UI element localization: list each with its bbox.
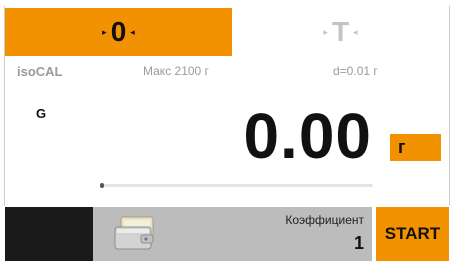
start-button[interactable]: START xyxy=(376,207,449,261)
gross-indicator: G xyxy=(36,106,47,121)
weighing-screen: ▸ 0 ◂ ▸ T ◂ isoCAL Макс 2100 г d=0.01 г … xyxy=(0,0,454,261)
capacity-bar-marker xyxy=(100,183,104,188)
wallet-icon xyxy=(114,216,154,250)
calibration-mode-label: isoCAL xyxy=(17,64,63,79)
tare-right-arrow-icon: ◂ xyxy=(353,26,358,37)
function-key-blank[interactable] xyxy=(5,207,93,261)
zero-symbol: 0 xyxy=(110,16,127,47)
zero-left-arrow-icon: ▸ xyxy=(102,26,107,37)
info-row: isoCAL Макс 2100 г d=0.01 г xyxy=(5,56,449,84)
coefficient-value: 1 xyxy=(353,233,364,253)
tare-left-arrow-icon: ▸ xyxy=(323,26,328,37)
right-border xyxy=(449,6,450,206)
max-capacity-label: Макс 2100 г xyxy=(143,64,209,78)
capacity-bar xyxy=(100,184,373,187)
weight-value: 0.00 xyxy=(243,100,372,172)
tare-symbol: T xyxy=(331,16,350,47)
tare-button[interactable]: ▸ T ◂ xyxy=(232,8,449,56)
bottom-bar: Коэффициент 1 START xyxy=(0,207,454,261)
unit-button[interactable]: г xyxy=(390,134,441,161)
application-panel[interactable]: Коэффициент 1 xyxy=(93,207,372,261)
readability-label: d=0.01 г xyxy=(333,64,378,78)
coefficient-label: Коэффициент xyxy=(285,213,364,227)
zero-button[interactable]: ▸ 0 ◂ xyxy=(5,8,232,56)
zero-right-arrow-icon: ◂ xyxy=(130,26,135,37)
